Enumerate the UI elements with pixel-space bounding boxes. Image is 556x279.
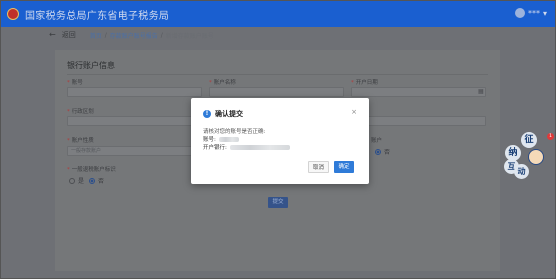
user-menu[interactable]: *** ▾ <box>514 8 547 18</box>
refund-flag-no-radio[interactable]: 否 <box>89 176 104 185</box>
breadcrumb-separator: / <box>160 31 163 39</box>
confirm-dialog: ! 确认提交 × 请核对您的账号是否正确: 账号: 开户银行: 取消 确定 <box>191 98 369 184</box>
account-name-label: * 账户名称 <box>209 80 236 86</box>
radio-checked-icon <box>375 148 381 155</box>
region-label: * 行政区划 <box>67 109 94 115</box>
notification-badge: 1 <box>547 133 554 140</box>
site-title: 国家税务总局广东省电子税务局 <box>25 10 170 22</box>
dialog-account-row: 账号: <box>203 135 239 143</box>
account-type-label: * 账户性质 <box>67 138 94 144</box>
refund-flag-yes-radio[interactable]: 是 <box>69 176 84 185</box>
dialog-bank-row: 开户银行: <box>203 143 290 151</box>
account-name-input[interactable] <box>209 87 344 97</box>
assistant-widget[interactable]: 征 纳 互 动 1 <box>504 131 554 179</box>
mascot-icon <box>528 149 544 165</box>
dialog-title: 确认提交 <box>215 110 243 118</box>
account-number-input[interactable] <box>67 87 202 97</box>
account-flag-no-radio[interactable]: 否 <box>375 147 390 156</box>
account-number-label: * 账号 <box>67 80 83 86</box>
breadcrumb-home[interactable]: 首页 <box>90 31 102 40</box>
cancel-button[interactable]: 取消 <box>308 161 329 173</box>
account-flag-label: 账户 <box>371 138 383 144</box>
refund-flag-label: * 一般退税账户标识 <box>67 167 116 173</box>
open-date-input[interactable] <box>351 87 486 97</box>
breadcrumb-current: 新增存款账户账号 <box>165 32 214 40</box>
breadcrumb-report[interactable]: 存款账户账号报告 <box>110 31 158 40</box>
region-select[interactable] <box>67 116 202 126</box>
user-name: *** <box>527 8 540 18</box>
radio-unchecked-icon <box>69 177 75 184</box>
redacted-bank <box>229 144 290 150</box>
tax-emblem-icon <box>7 8 19 20</box>
breadcrumb-separator: / <box>104 31 107 39</box>
bank-select[interactable] <box>351 116 486 126</box>
divider <box>67 74 488 75</box>
top-bar: 国家税务总局广东省电子税务局 *** ▾ <box>1 1 555 27</box>
breadcrumb: 返回 首页 / 存款账户账号报告 / 新增存款账户账号 <box>1 27 555 43</box>
assistant-char: 征 <box>521 132 537 148</box>
assistant-char: 动 <box>514 164 529 179</box>
confirm-button[interactable]: 确定 <box>334 161 354 173</box>
account-type-select[interactable]: 一般存款账户 <box>67 146 202 156</box>
radio-checked-icon <box>89 177 95 184</box>
back-button[interactable]: 返回 <box>49 30 76 40</box>
redacted-account <box>218 136 239 142</box>
open-date-label: * 开户日期 <box>351 80 378 86</box>
info-icon: ! <box>203 110 211 118</box>
form-title: 银行账户信息 <box>67 61 115 70</box>
avatar <box>514 8 525 18</box>
dialog-intro: 请核对您的账号是否正确: <box>203 129 266 135</box>
chevron-down-icon: ▾ <box>542 8 547 18</box>
submit-button[interactable]: 提交 <box>268 197 288 208</box>
calendar-icon[interactable]: ▦ <box>478 88 484 95</box>
close-icon[interactable]: × <box>351 108 357 116</box>
